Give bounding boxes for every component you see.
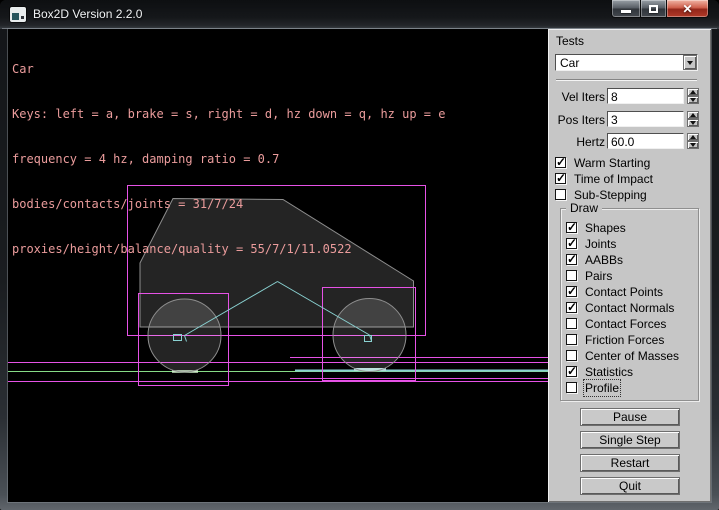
checkbox-friction-forces[interactable]: Friction Forces [566, 333, 664, 346]
checkbox-label: Time of Impact [574, 172, 653, 186]
hertz-row: Hertz 60.0 [548, 133, 711, 150]
checkbox-joints[interactable]: Joints [566, 237, 616, 250]
client-area: Car Keys: left = a, brake = s, right = d… [8, 29, 711, 502]
pos-iters-down-button[interactable] [687, 119, 699, 127]
pos-iters-up-button[interactable] [687, 111, 699, 119]
arrow-up-icon [690, 113, 696, 117]
checkbox-box[interactable] [566, 366, 577, 377]
hertz-input[interactable]: 60.0 [607, 133, 684, 149]
checkbox-label: AABBs [585, 253, 623, 267]
checkbox-label: Sub-Stepping [574, 188, 647, 202]
checkbox-warm-starting[interactable]: Warm Starting [555, 156, 650, 169]
vel-iters-down-button[interactable] [687, 96, 699, 104]
checkbox-box[interactable] [566, 238, 577, 249]
hud-line-frequency: frequency = 4 hz, damping ratio = 0.7 [12, 152, 445, 167]
checkbox-box[interactable] [555, 157, 566, 168]
control-panel: Tests Car Vel Iters 8 Pos Iters 3 [548, 29, 711, 502]
arrow-down-icon [690, 143, 696, 147]
single-step-button[interactable]: Single Step [580, 431, 680, 449]
checkbox-label: Statistics [585, 365, 633, 379]
checkbox-label: Center of Masses [585, 349, 679, 363]
checkbox-box[interactable] [566, 286, 577, 297]
test-select[interactable]: Car [555, 54, 698, 71]
vel-iters-input[interactable]: 8 [607, 88, 684, 104]
checkbox-label: Warm Starting [574, 156, 650, 170]
checkbox-aabbs[interactable]: AABBs [566, 253, 623, 266]
title-bar[interactable]: Box2D Version 2.2.0 ✕ [0, 0, 719, 29]
checkbox-shapes[interactable]: Shapes [566, 221, 626, 234]
pos-iters-input[interactable]: 3 [607, 111, 684, 127]
checkbox-label: Friction Forces [585, 333, 664, 347]
vel-iters-label: Vel Iters [548, 90, 605, 104]
quit-button[interactable]: Quit [580, 477, 680, 495]
window-title: Box2D Version 2.2.0 [33, 7, 142, 21]
pos-iters-label: Pos Iters [548, 113, 605, 127]
hertz-down-button[interactable] [687, 141, 699, 149]
hertz-up-button[interactable] [687, 133, 699, 141]
checkbox-sub-stepping[interactable]: Sub-Stepping [555, 188, 647, 201]
hertz-spinner [687, 133, 699, 149]
checkbox-box[interactable] [566, 334, 577, 345]
checkbox-contact-points[interactable]: Contact Points [566, 285, 663, 298]
checkbox-contact-normals[interactable]: Contact Normals [566, 301, 674, 314]
restart-button[interactable]: Restart [580, 454, 680, 472]
minimize-icon [621, 10, 631, 13]
checkbox-center-of-masses[interactable]: Center of Masses [566, 349, 679, 362]
checkbox-contact-forces[interactable]: Contact Forces [566, 317, 666, 330]
tests-label: Tests [556, 34, 584, 48]
box2d-window: Box2D Version 2.2.0 ✕ [0, 0, 719, 510]
checkbox-box[interactable] [555, 173, 566, 184]
arrow-up-icon [690, 135, 696, 139]
checkbox-profile[interactable]: Profile [566, 381, 619, 394]
checkbox-label: Contact Forces [585, 317, 666, 331]
minimize-button[interactable] [611, 0, 641, 18]
maximize-button[interactable] [641, 0, 667, 18]
checkbox-box[interactable] [566, 350, 577, 361]
checkbox-label: Contact Points [585, 285, 663, 299]
simulation-canvas[interactable]: Car Keys: left = a, brake = s, right = d… [8, 29, 548, 502]
vel-iters-up-button[interactable] [687, 88, 699, 96]
hertz-label: Hertz [548, 135, 605, 149]
arrow-up-icon [690, 90, 696, 94]
checkbox-statistics[interactable]: Statistics [566, 365, 633, 378]
test-select-value: Car [556, 55, 683, 70]
checkbox-box[interactable] [566, 222, 577, 233]
checkbox-time-of-impact[interactable]: Time of Impact [555, 172, 653, 185]
hud-line-keys: Keys: left = a, brake = s, right = d, hz… [12, 107, 445, 122]
separator [556, 79, 697, 81]
arrow-down-icon [690, 121, 696, 125]
bridge-aabb-lines [290, 358, 548, 379]
pause-button[interactable]: Pause [580, 408, 680, 426]
draw-group-title: Draw [566, 201, 602, 215]
hud-line-test-name: Car [12, 62, 445, 77]
checkbox-box[interactable] [566, 270, 577, 281]
app-icon [10, 7, 26, 22]
chevron-down-icon [687, 61, 693, 65]
hud-line-proxies: proxies/height/balance/quality = 55/7/1/… [12, 242, 445, 257]
checkbox-box[interactable] [555, 189, 566, 200]
checkbox-box[interactable] [566, 382, 577, 393]
vel-iters-row: Vel Iters 8 [548, 88, 711, 105]
checkbox-label: Contact Normals [585, 301, 674, 315]
checkbox-label: Pairs [585, 269, 612, 283]
close-button[interactable]: ✕ [667, 0, 709, 18]
checkbox-box[interactable] [566, 302, 577, 313]
checkbox-pairs[interactable]: Pairs [566, 269, 612, 282]
checkbox-label: Joints [585, 237, 616, 251]
checkbox-label: Shapes [585, 221, 626, 235]
arrow-down-icon [690, 98, 696, 102]
window-controls: ✕ [611, 0, 709, 18]
maximize-icon [649, 5, 658, 13]
close-icon: ✕ [682, 3, 692, 15]
pos-iters-row: Pos Iters 3 [548, 111, 711, 128]
checkbox-box[interactable] [566, 318, 577, 329]
draw-group: Draw Shapes Joints AABBs Pairs [560, 208, 699, 401]
checkbox-box[interactable] [566, 254, 577, 265]
hud-text: Car Keys: left = a, brake = s, right = d… [12, 32, 445, 287]
test-select-dropdown-button[interactable] [683, 55, 697, 70]
checkbox-label: Profile [585, 381, 619, 395]
pos-iters-spinner [687, 111, 699, 127]
vel-iters-spinner [687, 88, 699, 104]
hud-line-bodies: bodies/contacts/joints = 31/7/24 [12, 197, 445, 212]
